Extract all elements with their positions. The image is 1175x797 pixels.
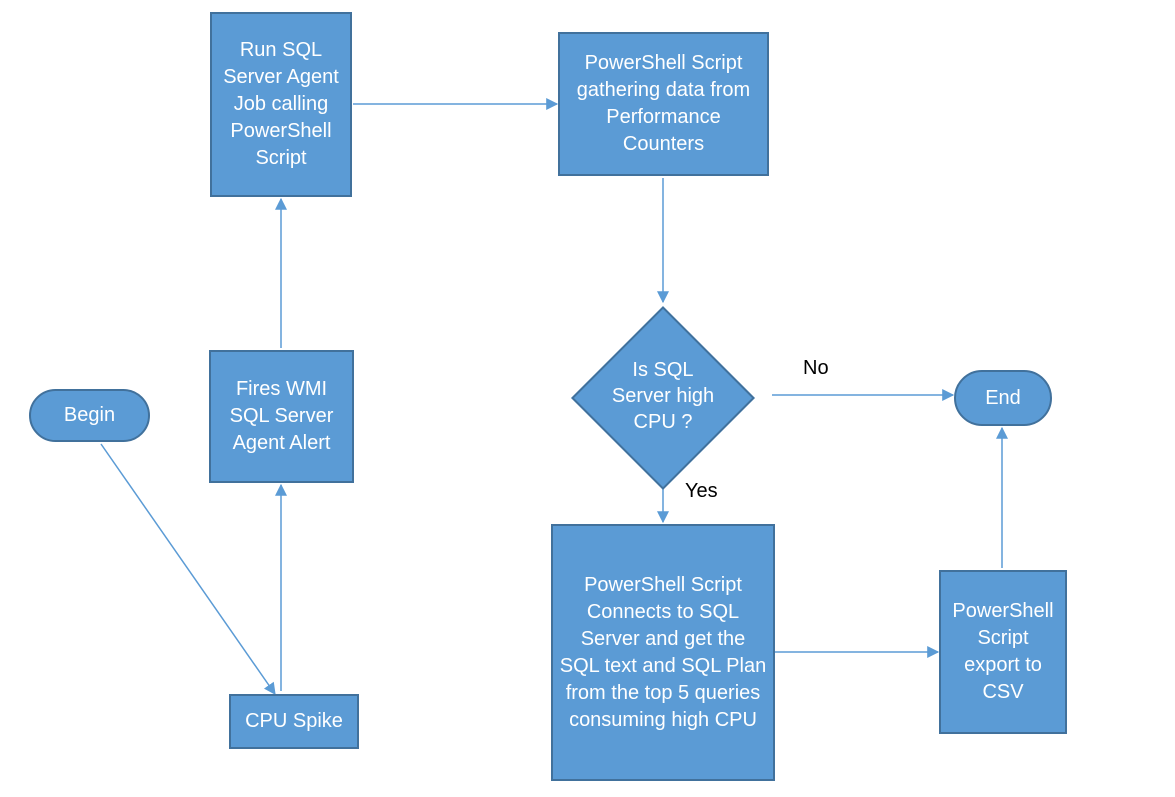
node-begin-label: Begin <box>64 404 115 427</box>
edge-label-yes: Yes <box>685 480 718 503</box>
node-end: End <box>954 370 1052 426</box>
edge-label-no: No <box>803 357 829 380</box>
node-cpu-spike-label: CPU Spike <box>245 708 343 735</box>
node-run-job: Run SQL Server Agent Job calling PowerSh… <box>210 12 352 197</box>
node-decision-label: Is SQL Server high CPU ? <box>608 357 718 435</box>
node-decision: Is SQL Server high CPU ? <box>554 303 772 488</box>
node-end-label: End <box>985 387 1021 410</box>
node-get-sql-label: PowerShell Script Connects to SQL Server… <box>559 572 767 734</box>
node-run-job-label: Run SQL Server Agent Job calling PowerSh… <box>218 37 344 172</box>
node-export: PowerShell Script export to CSV <box>939 570 1067 734</box>
node-fires-alert: Fires WMI SQL Server Agent Alert <box>209 350 354 483</box>
node-gather: PowerShell Script gathering data from Pe… <box>558 32 769 176</box>
node-begin: Begin <box>29 389 150 442</box>
node-get-sql: PowerShell Script Connects to SQL Server… <box>551 524 775 781</box>
node-gather-label: PowerShell Script gathering data from Pe… <box>566 50 761 158</box>
node-fires-alert-label: Fires WMI SQL Server Agent Alert <box>217 376 346 457</box>
node-cpu-spike: CPU Spike <box>229 694 359 749</box>
node-export-label: PowerShell Script export to CSV <box>947 598 1059 706</box>
